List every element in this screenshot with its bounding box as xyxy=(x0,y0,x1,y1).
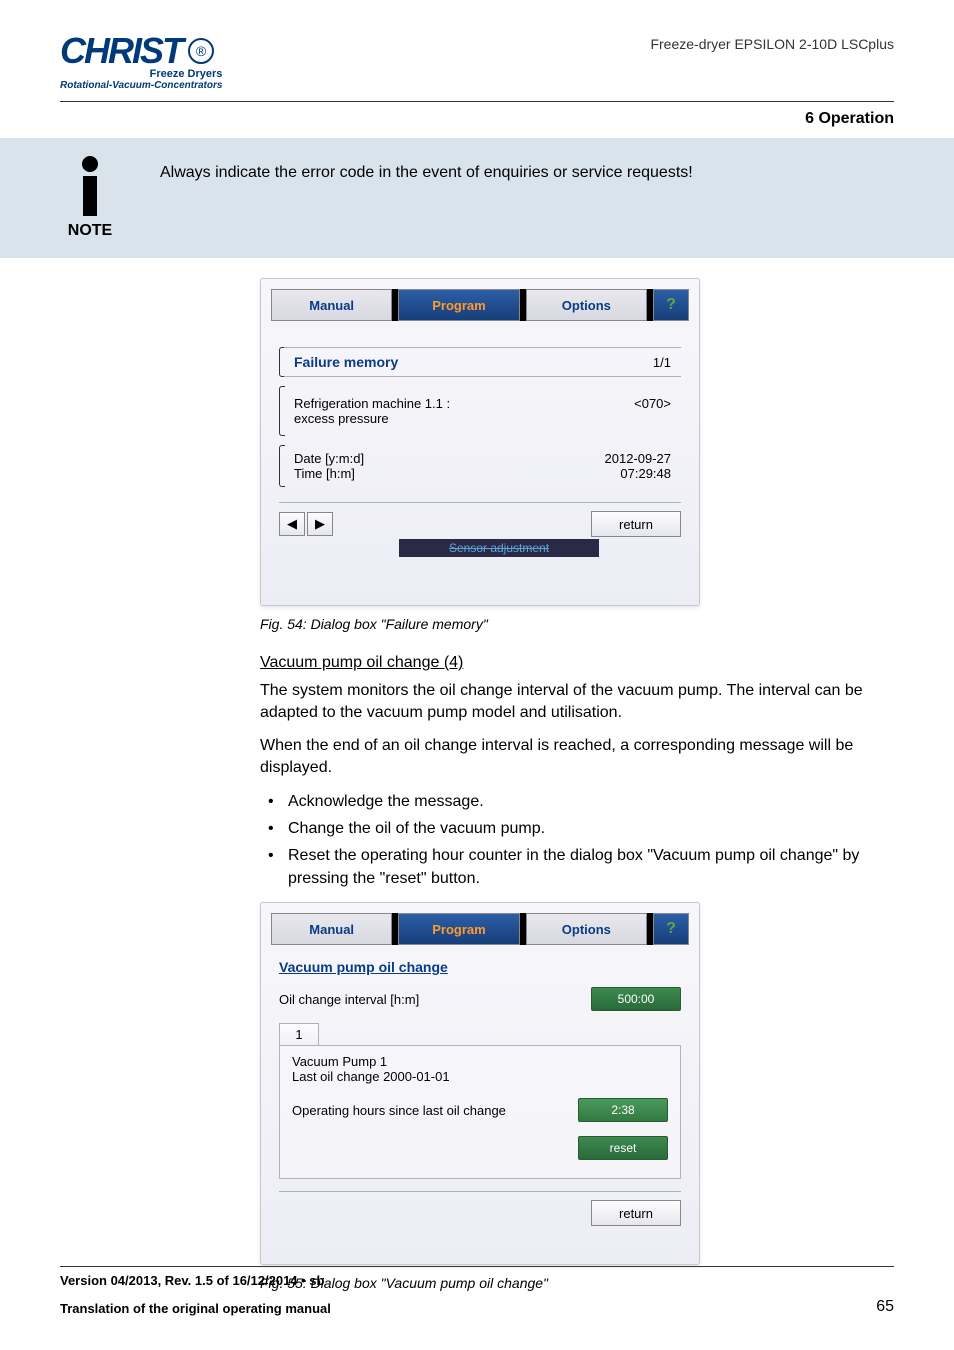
info-icon xyxy=(82,156,98,172)
pump-name: Vacuum Pump 1 xyxy=(292,1054,668,1069)
time-label: Time [h:m] xyxy=(294,466,355,481)
tab-manual[interactable]: Manual xyxy=(271,289,392,321)
date-label: Date [y:m:d] xyxy=(294,451,364,466)
reset-button[interactable]: reset xyxy=(578,1136,668,1160)
failure-code: <070> xyxy=(634,396,671,426)
operating-hours-label: Operating hours since last oil change xyxy=(292,1103,506,1118)
logo-subtitle-1: Freeze Dryers xyxy=(60,68,222,80)
time-value: 07:29:48 xyxy=(620,466,671,481)
vacuum-pump-para-1: The system monitors the oil change inter… xyxy=(260,680,894,725)
tab-manual[interactable]: Manual xyxy=(271,913,392,945)
note-text: Always indicate the error code in the ev… xyxy=(160,156,693,184)
oil-change-dialog: Manual Program Options ? Vacuum pump oil… xyxy=(260,902,700,1265)
failure-desc: Refrigeration machine 1.1 : excess press… xyxy=(294,396,450,426)
date-value: 2012-09-27 xyxy=(605,451,672,466)
next-button[interactable]: ▶ xyxy=(307,512,333,536)
oil-change-title: Vacuum pump oil change xyxy=(279,959,681,975)
brand-logo: CHRIST ® Freeze Dryers Rotational-Vacuum… xyxy=(60,30,222,91)
page-number: 65 xyxy=(876,1298,894,1316)
figure-54-caption: Fig. 54: Dialog box "Failure memory" xyxy=(260,616,894,632)
info-icon-stem xyxy=(83,176,97,216)
vacuum-pump-para-2: When the end of an oil change interval i… xyxy=(260,735,894,780)
failure-memory-title: Failure memory xyxy=(294,354,398,370)
tab-help[interactable]: ? xyxy=(653,289,689,321)
tab-program[interactable]: Program xyxy=(398,913,519,945)
return-button[interactable]: return xyxy=(591,511,681,537)
version-line: Version 04/2013, Rev. 1.5 of 16/12/2014 … xyxy=(60,1273,894,1288)
sensor-adjustment-strip: Sensor adjustment xyxy=(399,539,599,557)
bullet-item: Change the oil of the vacuum pump. xyxy=(260,817,894,840)
logo-text: CHRIST xyxy=(60,30,182,72)
section-heading: 6 Operation xyxy=(0,102,954,138)
pump-tab-1[interactable]: 1 xyxy=(279,1023,319,1045)
interval-label: Oil change interval [h:m] xyxy=(279,992,419,1007)
interval-value-button[interactable]: 500:00 xyxy=(591,987,681,1011)
last-oil-change: Last oil change 2000-01-01 xyxy=(292,1069,668,1084)
page-footer: Version 04/2013, Rev. 1.5 of 16/12/2014 … xyxy=(60,1266,894,1316)
operating-hours-value: 2:38 xyxy=(578,1098,668,1122)
tab-program[interactable]: Program xyxy=(398,289,519,321)
note-callout: NOTE Always indicate the error code in t… xyxy=(0,138,954,258)
bullet-item: Reset the operating hour counter in the … xyxy=(260,844,894,890)
bullet-item: Acknowledge the message. xyxy=(260,790,894,813)
tab-options[interactable]: Options xyxy=(526,289,647,321)
return-button[interactable]: return xyxy=(591,1200,681,1226)
note-label: NOTE xyxy=(68,222,112,240)
tab-help[interactable]: ? xyxy=(653,913,689,945)
vacuum-pump-heading: Vacuum pump oil change (4) xyxy=(260,654,894,672)
registered-icon: ® xyxy=(188,38,214,64)
logo-subtitle-2: Rotational-Vacuum-Concentrators xyxy=(60,80,222,91)
translation-line: Translation of the original operating ma… xyxy=(60,1301,331,1316)
prev-button[interactable]: ◀ xyxy=(279,512,305,536)
failure-memory-dialog: Manual Program Options ? Failure memory … xyxy=(260,278,700,606)
product-name: Freeze-dryer EPSILON 2-10D LSCplus xyxy=(650,36,894,52)
failure-count: 1/1 xyxy=(653,355,671,370)
tab-options[interactable]: Options xyxy=(526,913,647,945)
vacuum-pump-bullets: Acknowledge the message. Change the oil … xyxy=(260,790,894,891)
